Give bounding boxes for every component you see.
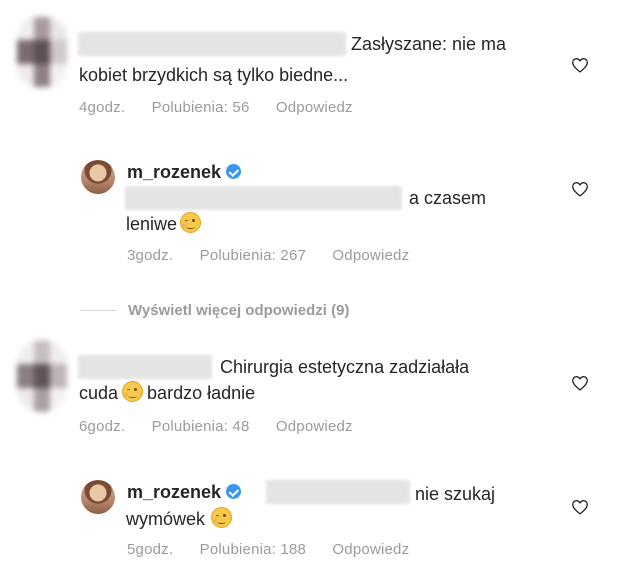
username-row: m_rozenek <box>127 482 242 503</box>
comment-text: bardzo ładnie <box>147 383 256 403</box>
comment-text-line: nie szukaj <box>415 484 496 504</box>
comment-time: 3godz. <box>127 247 174 264</box>
comment-time: 5godz. <box>127 541 174 558</box>
heart-icon[interactable] <box>571 375 589 391</box>
comment-time: 6godz. <box>79 418 126 435</box>
winking-face-emoji-icon <box>211 507 233 528</box>
comment-text: wymówek <box>126 509 206 529</box>
username-link[interactable]: m_rozenek <box>127 482 221 502</box>
avatar[interactable] <box>81 160 115 194</box>
commenter-avatar-blurred[interactable] <box>17 17 67 87</box>
comment-meta: 4godz. Polubienia: 56 Odpowiedz <box>79 99 375 116</box>
verified-badge-icon <box>226 484 242 499</box>
comment-time: 4godz. <box>79 99 126 116</box>
username-row: m_rozenek <box>127 162 242 183</box>
comment-text-line: cuda bardzo ładnie <box>79 381 255 406</box>
winking-face-emoji-icon <box>122 381 144 402</box>
likes-count-link[interactable]: Polubienia: 188 <box>200 541 306 558</box>
blurred-mention <box>125 186 402 210</box>
blurred-mention <box>266 480 410 504</box>
winking-face-emoji-icon <box>180 212 202 233</box>
heart-icon[interactable] <box>571 181 589 197</box>
username-link[interactable]: m_rozenek <box>127 162 221 182</box>
comment-text-line: leniwe <box>126 212 204 237</box>
comment-text-line: Zasłyszane: nie ma <box>351 34 507 54</box>
reply-link[interactable]: Odpowiedz <box>276 418 353 435</box>
comment-meta: 6godz. Polubienia: 48 Odpowiedz <box>79 418 375 435</box>
blurred-username <box>78 32 346 56</box>
verified-badge-icon <box>226 164 242 179</box>
comment-text-line: wymówek <box>126 507 235 532</box>
comment-text-line: Chirurgia estetyczna zadziałała <box>220 357 470 377</box>
avatar[interactable] <box>81 480 115 514</box>
comment-text-line: a czasem <box>409 188 487 208</box>
comment-meta: 3godz. Polubienia: 267 Odpowiedz <box>127 247 431 264</box>
blurred-username <box>78 355 212 379</box>
view-more-replies-button[interactable]: Wyświetl więcej odpowiedzi (9) <box>128 302 349 319</box>
comment-text-line: kobiet brzydkich są tylko biedne... <box>79 65 349 85</box>
reply-link[interactable]: Odpowiedz <box>276 99 353 116</box>
commenter-avatar-blurred[interactable] <box>17 340 67 412</box>
divider-line <box>81 310 117 311</box>
reply-link[interactable]: Odpowiedz <box>332 541 409 558</box>
comment-meta: 5godz. Polubienia: 188 Odpowiedz <box>127 541 431 558</box>
heart-icon[interactable] <box>571 499 589 515</box>
comment-text: cuda <box>79 383 119 403</box>
heart-icon[interactable] <box>571 57 589 73</box>
likes-count-link[interactable]: Polubienia: 48 <box>152 418 250 435</box>
reply-link[interactable]: Odpowiedz <box>332 247 409 264</box>
likes-count-link[interactable]: Polubienia: 267 <box>200 247 306 264</box>
comment-text: leniwe <box>126 214 178 234</box>
likes-count-link[interactable]: Polubienia: 56 <box>152 99 250 116</box>
